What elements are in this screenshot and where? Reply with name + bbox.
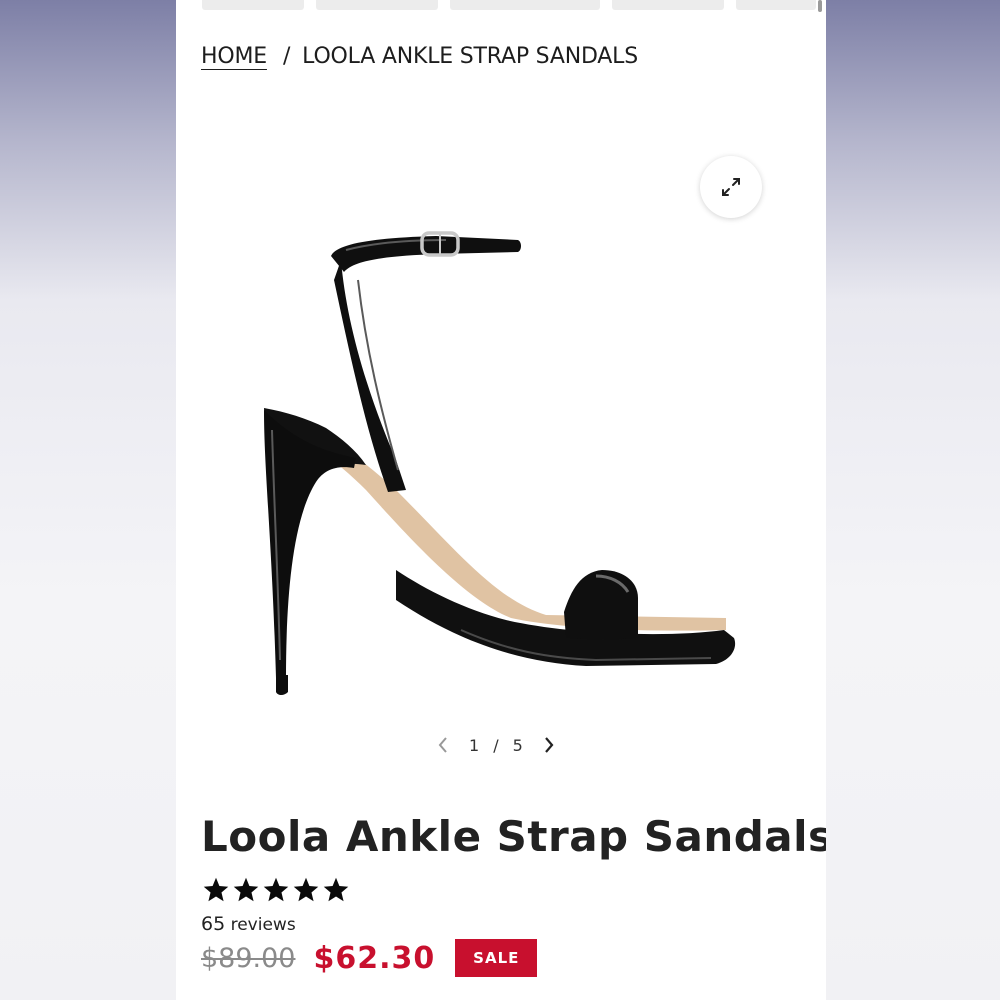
top-tab-strip xyxy=(176,0,826,12)
star-icon xyxy=(263,877,289,902)
original-price: $89.00 xyxy=(201,942,296,974)
breadcrumb-home-link[interactable]: HOME xyxy=(201,44,267,69)
reviews-link[interactable]: 65 reviews xyxy=(201,913,296,935)
tab[interactable] xyxy=(612,0,724,10)
tab[interactable] xyxy=(450,0,600,10)
star-icon xyxy=(203,877,229,902)
gallery-current-index: 1 xyxy=(469,735,480,755)
zoom-button[interactable] xyxy=(700,156,762,218)
rating-stars[interactable] xyxy=(202,876,350,904)
star-icon xyxy=(323,877,349,902)
chevron-left-icon xyxy=(438,737,447,753)
chevron-right-icon xyxy=(544,737,554,753)
breadcrumb-separator: / xyxy=(282,44,291,69)
breadcrumb-current: LOOLA ANKLE STRAP SANDALS xyxy=(302,44,638,69)
prev-image-button[interactable] xyxy=(431,730,455,760)
product-image[interactable] xyxy=(246,220,746,710)
tab[interactable] xyxy=(316,0,438,10)
sale-badge: SALE xyxy=(455,939,538,977)
star-icon xyxy=(293,877,319,902)
breadcrumb: HOME / LOOLA ANKLE STRAP SANDALS xyxy=(201,44,638,69)
gallery-separator: / xyxy=(493,735,499,755)
next-image-button[interactable] xyxy=(537,730,561,760)
product-title: Loola Ankle Strap Sandals xyxy=(201,812,826,861)
price-row: $89.00 $62.30 SALE xyxy=(201,936,538,980)
tab[interactable] xyxy=(202,0,304,10)
product-page: HOME / LOOLA ANKLE STRAP SANDALS 1 / 5 L… xyxy=(176,0,826,1000)
review-label: reviews xyxy=(230,915,296,935)
sale-price: $62.30 xyxy=(313,940,436,976)
gallery-total: 5 xyxy=(512,735,523,755)
review-count: 65 xyxy=(201,913,226,935)
scrollbar[interactable] xyxy=(818,0,822,12)
expand-icon xyxy=(722,178,740,196)
star-icon xyxy=(233,877,259,902)
tab[interactable] xyxy=(736,0,816,10)
gallery-pager: 1 / 5 xyxy=(431,730,561,760)
